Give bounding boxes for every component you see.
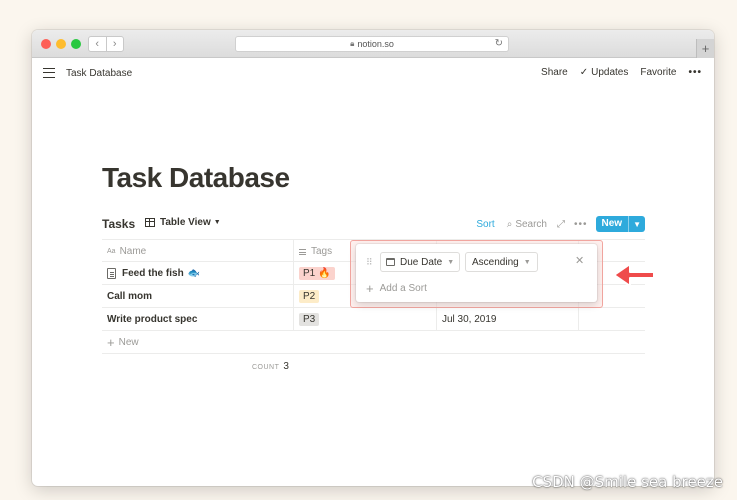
tag-label: P1: [303, 268, 316, 279]
forward-arrow-icon[interactable]: ›: [107, 37, 124, 51]
minimize-window-button[interactable]: [56, 39, 66, 49]
chevron-down-icon[interactable]: ▼: [629, 216, 645, 232]
checkmark-icon: ✓: [579, 67, 589, 78]
red-arrow-annotation-icon: [613, 263, 655, 287]
database-name[interactable]: Tasks: [102, 217, 135, 231]
back-arrow-icon[interactable]: ‹: [89, 37, 107, 51]
table-icon: [145, 218, 155, 227]
share-button[interactable]: Share: [541, 67, 568, 78]
date-cell[interactable]: Jul 30, 2019: [437, 308, 579, 331]
database-actions: Sort ⌕ Search ⤢ ••• New ▼: [476, 216, 645, 232]
new-button-label: New: [596, 216, 630, 232]
count-summary[interactable]: COUNT 3: [252, 361, 289, 372]
name-cell[interactable]: Write product spec: [102, 308, 294, 331]
sort-button[interactable]: Sort: [476, 219, 494, 230]
row-name: Write product spec: [107, 314, 198, 325]
new-tab-button[interactable]: +: [696, 39, 714, 58]
table-row[interactable]: Write product spec P3 Jul 30, 2019: [102, 308, 645, 331]
tag-badge: P1 🔥: [299, 267, 335, 280]
favorite-button[interactable]: Favorite: [640, 67, 676, 78]
page-title[interactable]: Task Database: [102, 162, 290, 194]
name-cell[interactable]: Call mom: [102, 285, 294, 308]
calendar-icon: [386, 258, 395, 266]
add-sort-button[interactable]: + Add a Sort: [366, 281, 427, 296]
list-property-icon: [299, 248, 306, 255]
expand-icon[interactable]: ⤢: [557, 219, 565, 230]
address-bar[interactable]: 🔒︎ notion.so ↻: [235, 36, 509, 52]
search-label: Search: [515, 218, 547, 230]
tags-cell[interactable]: P3: [294, 308, 437, 331]
name-cell[interactable]: Feed the fish 🐟: [102, 262, 294, 285]
browser-nav-buttons: ‹ ›: [88, 36, 124, 52]
new-row-button[interactable]: + New: [102, 331, 645, 354]
more-icon[interactable]: •••: [574, 219, 588, 230]
browser-titlebar: ‹ › 🔒︎ notion.so ↻ +: [32, 30, 714, 58]
extra-cell[interactable]: [579, 308, 645, 331]
topbar-actions: Share ✓ Updates Favorite •••: [529, 67, 702, 78]
sort-popup: ⠿ Due Date ▼ Ascending ▼ ✕ + Add a Sort: [356, 244, 597, 302]
row-name: Call mom: [107, 291, 153, 302]
browser-window: ‹ › 🔒︎ notion.so ↻ + Task Database Share…: [32, 30, 714, 486]
add-sort-label: Add a Sort: [379, 283, 427, 294]
database-header: Tasks Table View ▼ Sort ⌕ Search ⤢ ••• N…: [102, 216, 645, 232]
tag-badge: P3: [299, 313, 320, 326]
count-value: 3: [283, 361, 289, 372]
new-button[interactable]: New ▼: [595, 216, 645, 232]
new-row-label: New: [118, 337, 139, 348]
sort-direction-select[interactable]: Ascending ▼: [465, 252, 538, 272]
close-window-button[interactable]: [41, 39, 51, 49]
zoom-window-button[interactable]: [71, 39, 81, 49]
fish-icon: 🐟: [187, 268, 201, 279]
search-button[interactable]: ⌕ Search: [507, 219, 547, 230]
row-name: Feed the fish: [122, 268, 184, 279]
reload-icon[interactable]: ↻: [495, 38, 503, 49]
more-options-icon[interactable]: •••: [688, 67, 702, 78]
view-label: Table View: [160, 217, 211, 228]
column-header-name[interactable]: Aa Name: [102, 240, 294, 263]
column-label: Name: [119, 246, 147, 257]
lock-icon: 🔒︎: [350, 39, 355, 48]
text-property-icon: Aa: [107, 248, 116, 255]
sort-property-label: Due Date: [400, 256, 443, 268]
updates-button[interactable]: Updates: [591, 67, 628, 78]
plus-icon: +: [107, 335, 115, 350]
fire-icon: 🔥: [318, 268, 331, 279]
chevron-down-icon: ▼: [213, 219, 221, 226]
plus-icon: +: [366, 281, 374, 296]
tag-badge: P2: [299, 290, 320, 303]
sort-property-select[interactable]: Due Date ▼: [380, 252, 460, 272]
watermark: CSDN @Smile sea breeze: [532, 473, 723, 491]
new-row-cell[interactable]: + New: [102, 331, 645, 354]
address-url: notion.so: [357, 39, 394, 49]
sort-direction-label: Ascending: [472, 256, 519, 268]
close-icon[interactable]: ✕: [575, 254, 584, 267]
count-label: COUNT: [252, 364, 280, 371]
page-icon: [107, 268, 116, 279]
chevron-down-icon: ▼: [523, 258, 531, 266]
search-icon: ⌕: [506, 218, 513, 230]
chevron-down-icon: ▼: [447, 258, 455, 266]
breadcrumb[interactable]: Task Database: [66, 68, 132, 79]
column-label: Tags: [311, 246, 333, 257]
hamburger-menu-icon[interactable]: [43, 68, 55, 78]
drag-handle-icon[interactable]: ⠿: [366, 257, 373, 268]
notion-topbar: Task Database Share ✓ Updates Favorite •…: [32, 58, 714, 90]
view-selector[interactable]: Table View ▼: [145, 217, 221, 228]
